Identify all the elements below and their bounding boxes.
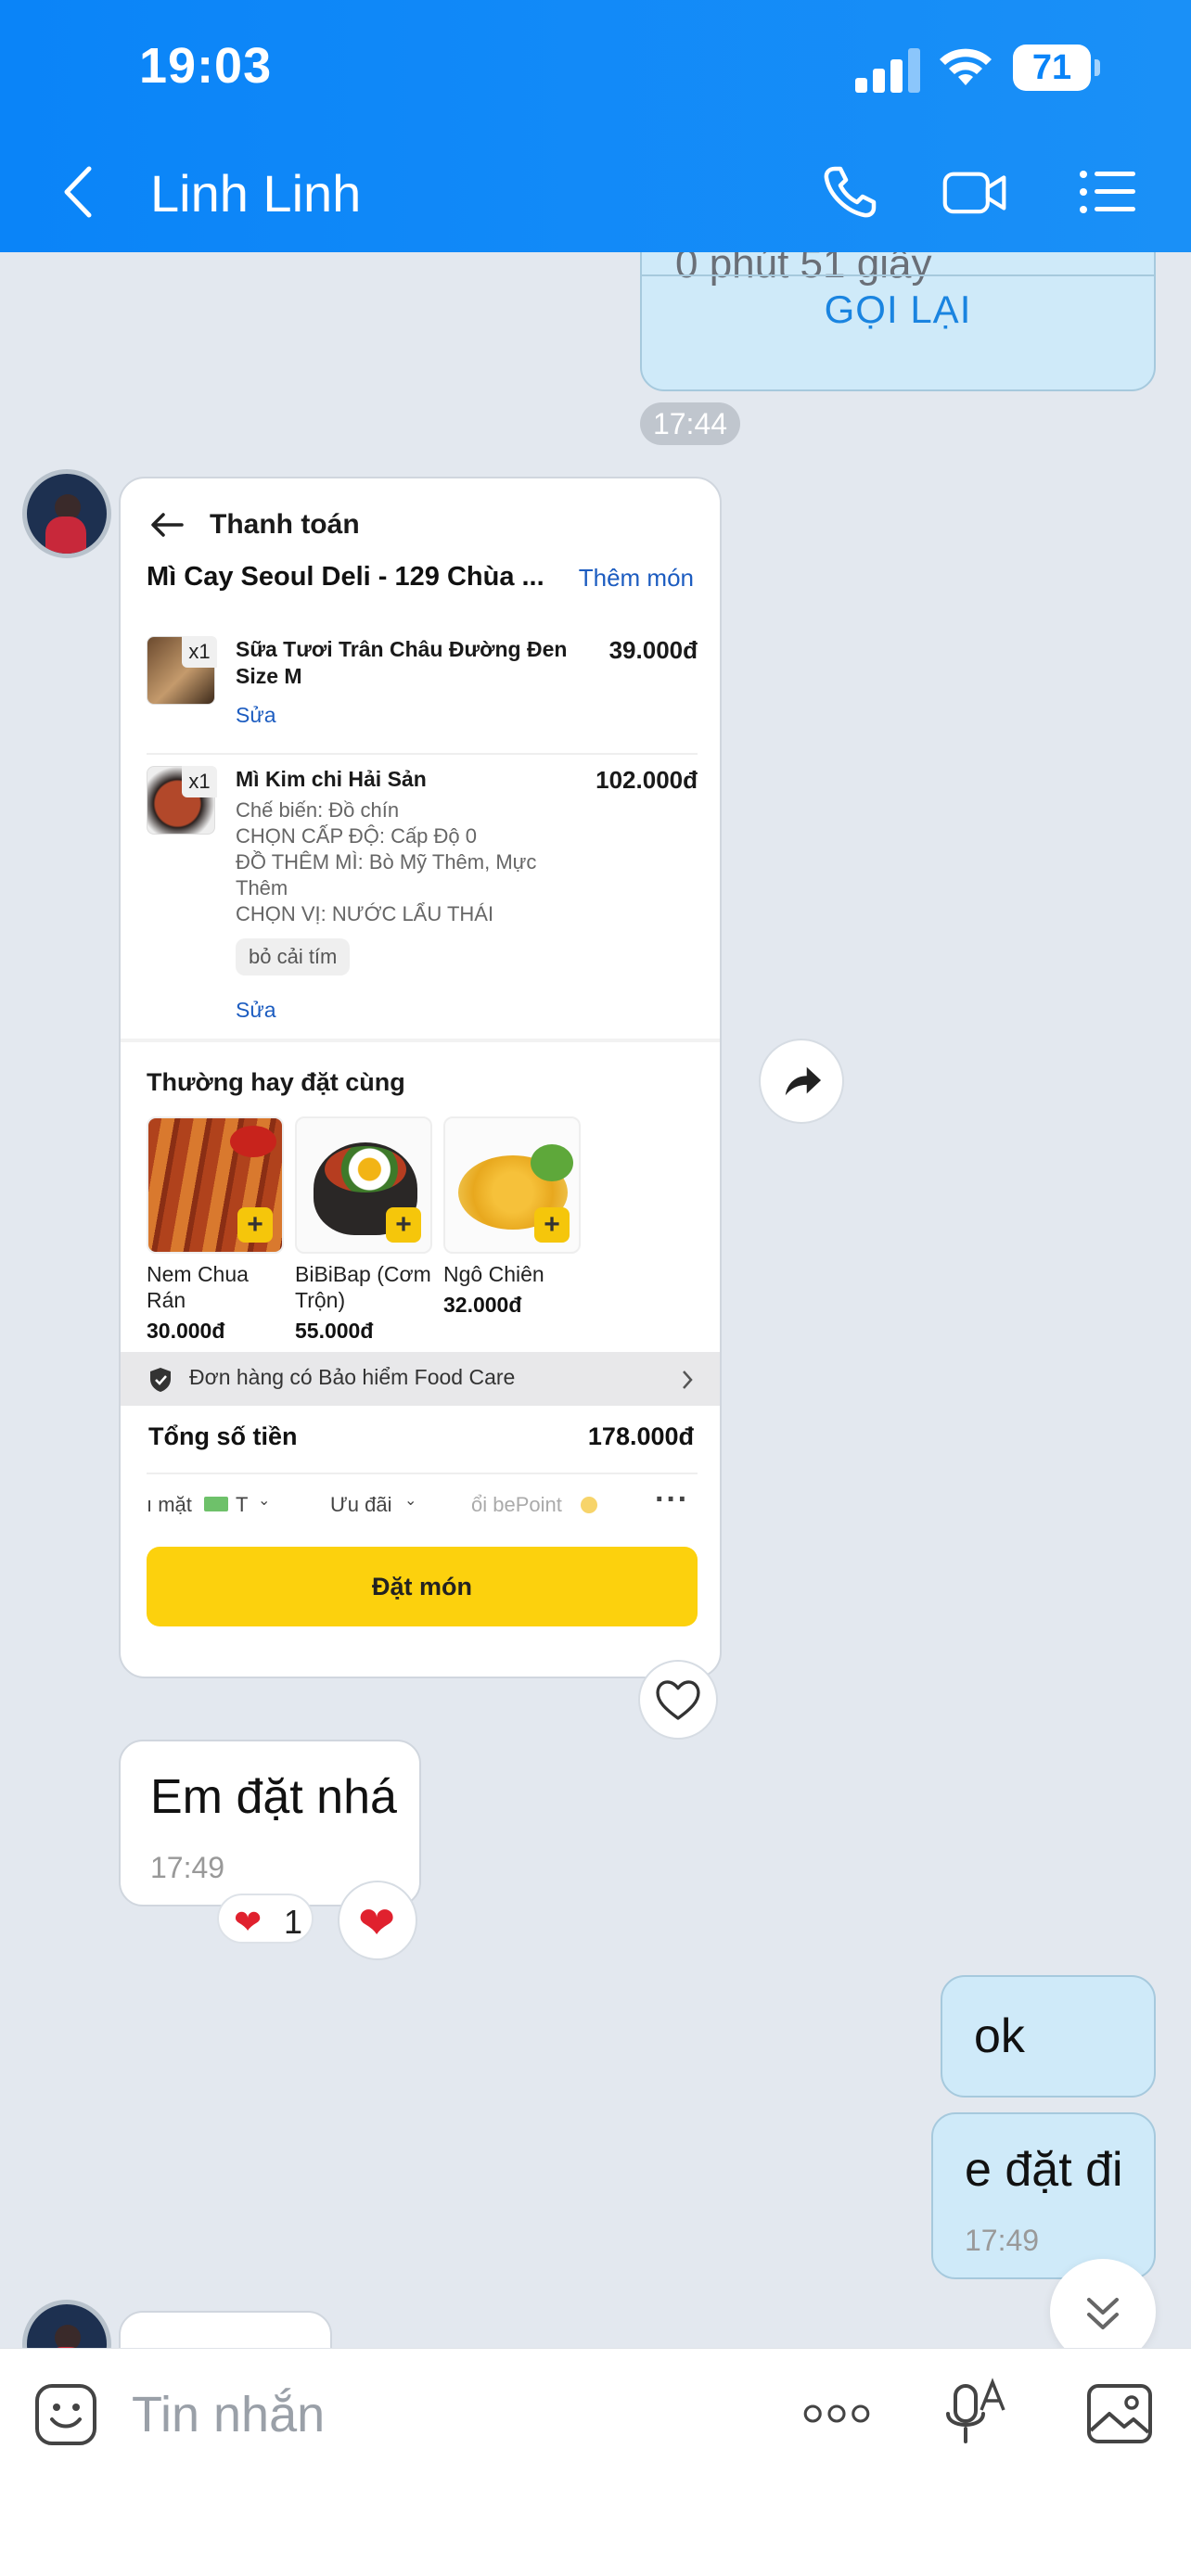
item-option: CHỌN CẤP ĐỘ: Cấp Độ 0 xyxy=(236,824,478,848)
call-duration: 0 phút 51 giây xyxy=(675,252,932,287)
item-name: Sữa Tươi Trân Châu Đường Đen Size M xyxy=(236,637,568,688)
voice-to-text-icon[interactable] xyxy=(939,2377,1013,2451)
add-icon: + xyxy=(534,1207,570,1243)
message-text: e đặt đi xyxy=(965,2143,1123,2197)
suggestion-price: 55.000đ xyxy=(295,1319,374,1343)
message-input[interactable]: Tin nhắn xyxy=(132,2386,325,2443)
suggestion-name: Rán xyxy=(147,1288,186,1312)
cellular-signal-icon xyxy=(855,48,920,93)
edit-link: Sửa xyxy=(236,703,276,727)
item-name: Mì Kim chi Hải Sản xyxy=(236,767,427,791)
chevron-down-icon: ⌄ xyxy=(258,1493,271,1509)
chevron-right-icon xyxy=(683,1371,693,1389)
checkout-screenshot[interactable]: Thanh toán Mì Cay Seoul Deli - 129 Chùa … xyxy=(119,477,722,1678)
item-qty: x1 xyxy=(182,766,217,797)
item-option: Chế biến: Đồ chín xyxy=(236,798,400,822)
chat-area[interactable]: 0 phút 51 giây GỌI LẠI 17:44 Thanh toán … xyxy=(0,252,1191,2348)
more-options-icon[interactable] xyxy=(800,2377,874,2451)
suggestion-card: + Ngô Chiên 32.000đ xyxy=(443,1116,581,1318)
contact-name[interactable]: Linh Linh xyxy=(150,163,361,223)
frequent-title: Thường hay đặt cùng xyxy=(147,1068,405,1096)
sticker-emoji-icon[interactable] xyxy=(30,2377,104,2451)
payment-points: ổi bePoint xyxy=(471,1493,562,1516)
heart-icon: ❤ xyxy=(358,1899,396,1948)
avatar[interactable] xyxy=(22,469,111,558)
restaurant-name: Mì Cay Seoul Deli - 129 Chùa ... xyxy=(147,562,544,592)
reaction-count[interactable]: ❤ 1 xyxy=(217,1894,314,1944)
chevron-down-icon: ⌄ xyxy=(404,1493,417,1509)
suggestion-image: + xyxy=(443,1116,581,1254)
avatar[interactable] xyxy=(22,2300,111,2348)
message-time: 17:49 xyxy=(150,1851,225,1884)
battery-icon: 71 xyxy=(1013,45,1100,91)
suggestion-name: Nem Chua xyxy=(147,1262,249,1286)
suggestion-image: + xyxy=(295,1116,432,1254)
message-bubble-outgoing[interactable]: ok xyxy=(941,1975,1156,2098)
suggestion-name: Ngô Chiên xyxy=(443,1262,544,1286)
reaction-count-number: 1 xyxy=(284,1903,303,1941)
menu-list-icon[interactable] xyxy=(1076,159,1141,224)
item-option: ĐỒ THÊM MÌ: Bò Mỹ Thêm, Mực xyxy=(236,850,537,874)
item-option: Thêm xyxy=(236,876,288,899)
call-card: 0 phút 51 giây GỌI LẠI xyxy=(640,252,1156,391)
order-item: x1 Sữa Tươi Trân Châu Đường Đen Size M 3… xyxy=(147,636,698,747)
item-option: CHỌN VỊ: NƯỚC LẨU THÁI xyxy=(236,902,494,925)
order-button: Đặt món xyxy=(147,1547,698,1626)
chat-header: 19:03 71 Linh Linh xyxy=(0,0,1191,252)
suggestion-name: Trộn) xyxy=(295,1288,346,1312)
add-icon: + xyxy=(237,1207,273,1243)
payment-promo: Ưu đãi xyxy=(330,1493,392,1516)
item-price: 39.000đ xyxy=(608,636,698,664)
message-time: 17:49 xyxy=(965,2224,1040,2257)
image-gallery-icon[interactable] xyxy=(1083,2377,1158,2451)
time-chip: 17:44 xyxy=(640,402,740,445)
suggestion-card: + BiBiBap (Cơm Trộn) 55.000đ xyxy=(295,1116,432,1344)
checkout-header: Thanh toán xyxy=(148,497,360,553)
message-bubble-outgoing[interactable]: e đặt đi 17:49 xyxy=(931,2112,1156,2279)
payment-cash: ı mặt xyxy=(147,1493,192,1516)
suggestion-image: + xyxy=(147,1116,284,1254)
phone-call-icon[interactable] xyxy=(818,159,883,224)
payment-cash-code: T xyxy=(236,1493,249,1516)
total-label: Tổng số tiền xyxy=(148,1422,298,1450)
add-more-link: Thêm món xyxy=(578,564,694,592)
suggestion-name: BiBiBap (Cơm xyxy=(295,1262,431,1286)
item-price: 102.000đ xyxy=(596,766,698,794)
video-call-icon[interactable] xyxy=(942,159,1007,224)
react-heart-button[interactable]: ❤ xyxy=(338,1881,417,1960)
arrow-left-icon xyxy=(151,513,184,537)
wifi-icon xyxy=(940,48,992,85)
item-qty: x1 xyxy=(182,636,217,668)
heart-outline-icon[interactable] xyxy=(638,1660,718,1740)
add-icon: + xyxy=(386,1207,421,1243)
message-text: ok xyxy=(974,2009,1025,2063)
suggestion-price: 30.000đ xyxy=(147,1319,225,1343)
message-input-bar: Tin nhắn xyxy=(0,2348,1191,2576)
suggestion-price: 32.000đ xyxy=(443,1293,522,1317)
message-text: Em đặt nhá xyxy=(150,1770,397,1824)
back-icon[interactable] xyxy=(56,163,106,221)
insurance-text: Đơn hàng có Bảo hiểm Food Care xyxy=(189,1365,516,1389)
coin-icon xyxy=(581,1497,597,1513)
share-forward-icon[interactable] xyxy=(759,1039,844,1124)
status-time: 19:03 xyxy=(139,38,273,94)
heart-icon: ❤ xyxy=(234,1903,263,1941)
call-again-button[interactable]: GỌI LẠI xyxy=(642,287,1154,332)
edit-link: Sửa xyxy=(236,998,276,1022)
total-value: 178.000đ xyxy=(587,1422,694,1450)
insurance-banner: Đơn hàng có Bảo hiểm Food Care xyxy=(121,1352,720,1406)
note-chip: bỏ cải tím xyxy=(236,938,351,976)
suggestion-card: + Nem Chua Rán 30.000đ xyxy=(147,1116,284,1344)
shield-check-icon xyxy=(150,1368,171,1392)
cash-icon xyxy=(204,1497,228,1511)
order-item: x1 Mì Kim chi Hải Sản 102.000đ Chế biến:… xyxy=(147,766,698,1053)
more-options-icon: ··· xyxy=(655,1482,689,1517)
message-bubble-incoming[interactable] xyxy=(119,2311,332,2348)
checkout-title: Thanh toán xyxy=(210,509,360,540)
payment-row: ı mặt T ⌄ Ưu đãi ⌄ ổi bePoint ··· xyxy=(147,1482,698,1526)
